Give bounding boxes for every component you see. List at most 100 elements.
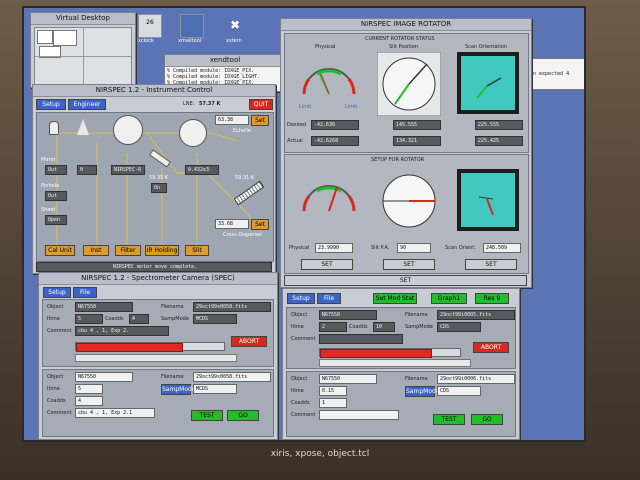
spec-next-panel: Object N67550 Filename 29oct99s0058.fits… <box>42 369 274 437</box>
lamp-icon <box>49 121 59 135</box>
imager-sampmode-field: CDS <box>437 322 481 332</box>
spec-setup-button[interactable]: Setup <box>43 287 71 298</box>
set-slit-button[interactable]: SET <box>383 259 435 270</box>
imager-camera-window[interactable]: Setup File Set Mod Stat Graph1 Res 9 Obj… <box>282 288 520 440</box>
set-physical-button[interactable]: SET <box>301 259 353 270</box>
pinhole-value[interactable]: Out <box>45 191 67 201</box>
imager-sampmode2-button[interactable]: SampMode <box>405 386 440 397</box>
setup-scan-gauge[interactable] <box>457 169 519 231</box>
cal-unit-button[interactable]: Cal Unit <box>45 245 75 256</box>
mirror-value[interactable]: Out <box>45 165 67 175</box>
imager-itime2-label: Itime <box>291 388 304 394</box>
spec-sampmode2-button[interactable]: SampMode <box>161 384 196 395</box>
optics-diagram: 63.38 Set Echelle Mirror Out 0 NIRSPEC-6… <box>36 112 274 262</box>
spec-readout-bar <box>75 354 237 362</box>
set-mod-stat-button[interactable]: Set Mod Stat <box>373 293 417 304</box>
imager-coadds-field: 10 <box>373 322 395 332</box>
spec-itime2-input[interactable]: 5 <box>75 384 103 394</box>
imager-file-button[interactable]: File <box>317 293 341 304</box>
imager-go-button[interactable]: GO <box>471 414 503 425</box>
spec-object2-input[interactable]: N67550 <box>75 372 133 382</box>
spec-test-button[interactable]: TEST <box>191 410 223 421</box>
spec-comment2-label: Comment <box>47 410 72 416</box>
spec-file-button[interactable]: File <box>73 287 97 298</box>
echelle-set-button[interactable]: Set <box>251 115 269 126</box>
imager-itime2-input[interactable]: 0.15 <box>319 386 347 396</box>
engineer-button[interactable]: Engineer <box>68 99 106 110</box>
gauge-slit-label: Slit Position <box>389 44 418 50</box>
pager-grid[interactable] <box>34 27 132 85</box>
spec-itime-label: Itime <box>47 316 60 322</box>
xterm-title: xendtool <box>165 55 285 67</box>
image-rotator-window[interactable]: NIRSPEC IMAGE ROTATOR CURRENT ROTATOR ST… <box>280 18 532 288</box>
ir-holding-button[interactable]: IR Holding <box>145 245 179 256</box>
n1-value[interactable]: 0 <box>77 165 97 175</box>
virtual-desktop-window[interactable]: Virtual Desktop <box>30 12 136 88</box>
physical-gauge <box>302 68 356 95</box>
xstern-icon[interactable]: ✖ <box>224 14 246 36</box>
setup-slit-label: Slit P.A. <box>371 245 390 251</box>
imager-setup-button[interactable]: Setup <box>287 293 315 304</box>
imager-abort-button[interactable]: ABORT <box>473 342 509 353</box>
imager-test-button[interactable]: TEST <box>433 414 465 425</box>
rotator-set-all-button[interactable]: SET <box>284 275 527 286</box>
setup-slit-gauge[interactable] <box>377 169 441 233</box>
spec-abort-button[interactable]: ABORT <box>231 336 267 347</box>
imager-itime-field: 2 <box>319 322 347 332</box>
imager-coadds2-input[interactable]: 1 <box>319 398 347 408</box>
actual-slit: 134.321 <box>393 136 441 146</box>
imager-sampmode-label: SampMode <box>405 324 433 330</box>
spec-camera-window[interactable]: NIRSPEC 1.2 - Spectrometer Camera (SPEC)… <box>38 272 278 440</box>
quit-button[interactable]: QUIT <box>249 99 273 110</box>
instrument-control-window[interactable]: NIRSPEC 1.2 - Instrument Control Setup E… <box>32 84 276 274</box>
spec-object-label: Object <box>47 304 64 310</box>
photo-caption: xiris, xpose, object.tcl <box>270 449 370 459</box>
spec-coadds2-input[interactable]: 4 <box>75 396 103 406</box>
imager-filename-label: Filename <box>405 312 428 318</box>
graph1-button[interactable]: Graph1 <box>431 293 467 304</box>
xdisp-set-button[interactable]: Set <box>251 219 269 230</box>
set-scan-button[interactable]: SET <box>465 259 517 270</box>
echelle-angle-field[interactable]: 63.38 <box>215 115 249 125</box>
setup-scan-field[interactable]: 248.509 <box>483 243 521 253</box>
imager-sampmode2-input[interactable]: CDS <box>437 386 481 396</box>
sheet-value[interactable]: Open <box>45 215 67 225</box>
on-field[interactable]: On <box>151 183 167 193</box>
grating-wheel-icon <box>179 119 207 147</box>
inst-button[interactable]: Inst <box>83 245 109 256</box>
current-status-label: CURRENT ROTATOR STATUS <box>365 36 435 42</box>
spec-filename2-input[interactable]: 29oct99s0058.fits <box>193 372 271 382</box>
setup-slit-field[interactable]: 90 <box>397 243 431 253</box>
xdisp-angle-field[interactable]: 33.68 <box>215 219 249 229</box>
filter-button[interactable]: Filter <box>115 245 141 256</box>
setup-button[interactable]: Setup <box>36 99 66 110</box>
spec-current-panel: Object N67550 Filename 29oct99s0058.fits… <box>42 299 274 367</box>
imager-filename2-input[interactable]: 29oct99i0006.fits <box>437 374 515 384</box>
wavelength-field[interactable]: 0.432e3 <box>185 165 219 175</box>
scan-orientation-gauge <box>457 52 519 114</box>
setup-physical-field[interactable]: 23.9990 <box>315 243 353 253</box>
current-status-panel: CURRENT ROTATOR STATUS Physical Slit Pos… <box>284 33 529 153</box>
imager-object2-input[interactable]: N67550 <box>319 374 377 384</box>
filter-name-field[interactable]: NIRSPEC-6 <box>111 165 145 175</box>
sheet-label: Sheet <box>41 207 56 213</box>
lne-value: 57.37 K <box>199 101 221 107</box>
res9-button[interactable]: Res 9 <box>475 293 509 304</box>
mail-icon[interactable] <box>180 14 204 38</box>
slit-button[interactable]: Slit <box>185 245 209 256</box>
setup-physical-gauge[interactable] <box>299 171 359 221</box>
spec-itime2-label: Itime <box>47 386 60 392</box>
imager-object2-label: Object <box>291 376 308 382</box>
imager-filename-field: 29oct99i0005.fits <box>437 310 515 320</box>
imager-progress-track <box>319 348 461 358</box>
actual-scan: 225.425 <box>475 136 523 146</box>
spec-comment2-input[interactable]: cbu 4 , 1, Exp 2.1 <box>75 408 155 418</box>
spec-object-field: N67550 <box>75 302 133 312</box>
spec-filename2-label: Filename <box>161 374 184 380</box>
spec-sampmode2-input[interactable]: MCDS <box>193 384 237 394</box>
spec-go-button[interactable]: GO <box>227 410 259 421</box>
imager-comment-label: Comment <box>291 336 316 342</box>
imager-comment2-input[interactable] <box>319 410 399 420</box>
imager-object-label: Object <box>291 312 308 318</box>
clock-icon[interactable]: 26 <box>138 14 162 38</box>
